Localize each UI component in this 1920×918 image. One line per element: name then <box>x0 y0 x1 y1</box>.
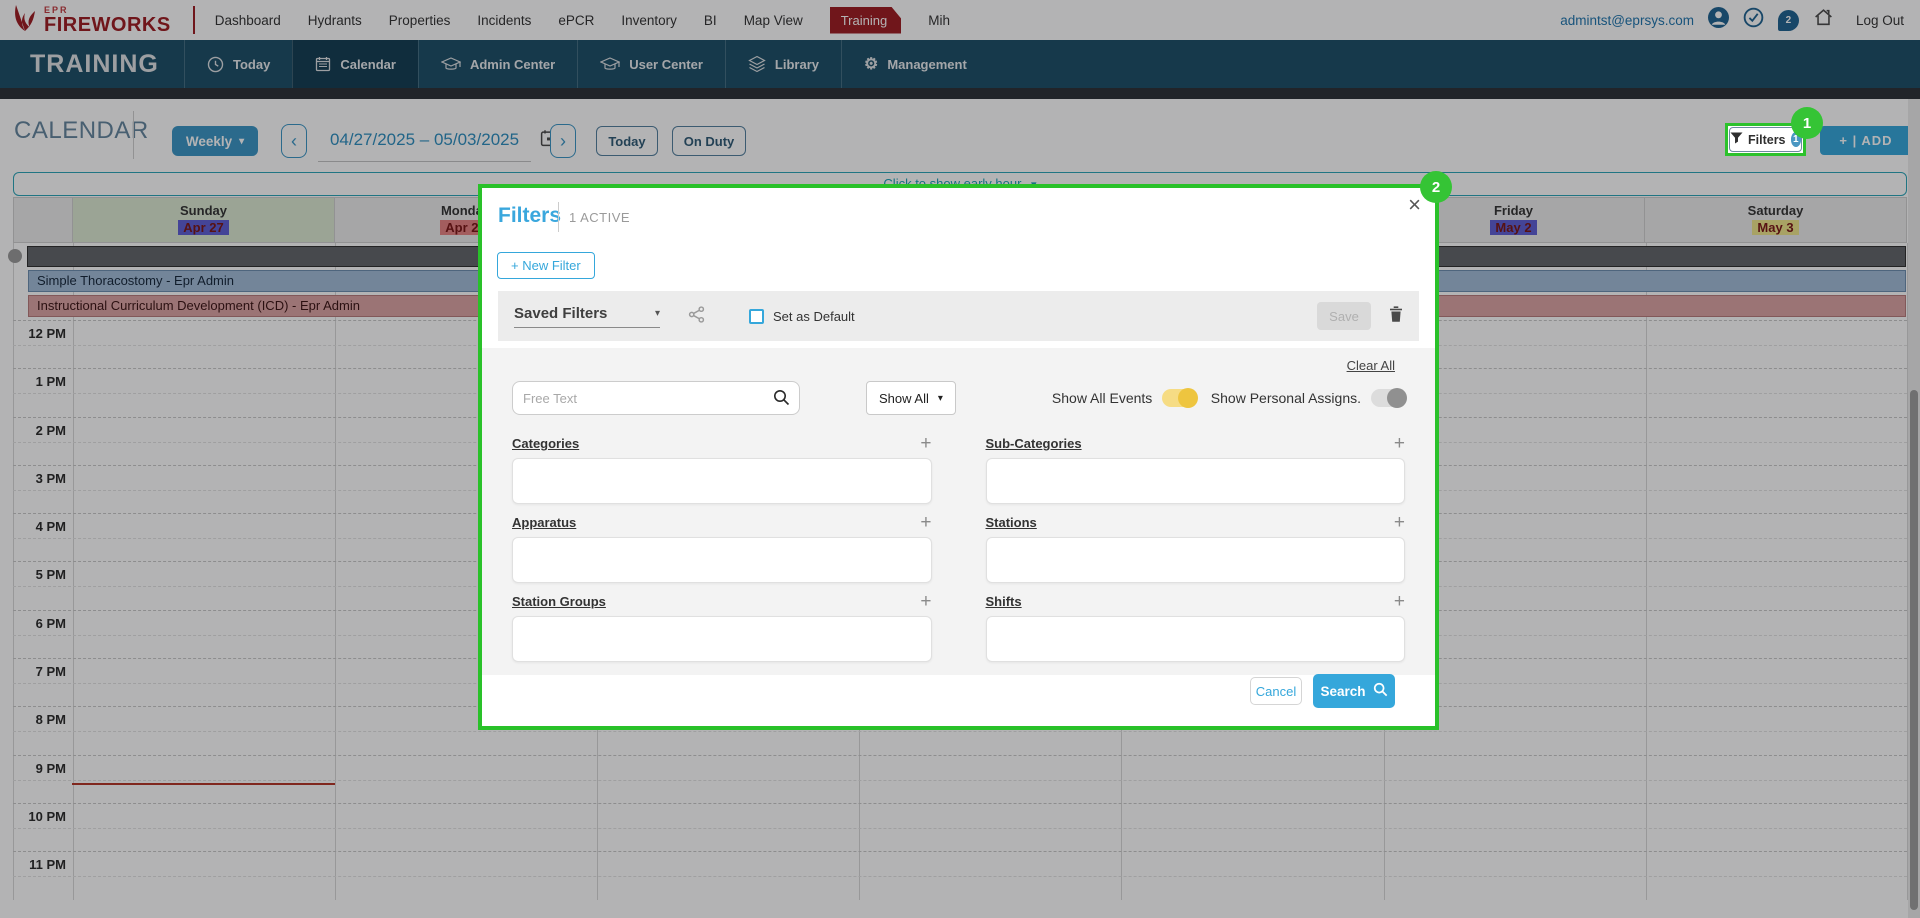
shifts-input[interactable] <box>986 616 1406 662</box>
field-shifts: Shifts + <box>986 592 1406 671</box>
apparatus-input[interactable] <box>512 537 932 583</box>
field-apparatus: Apparatus + <box>512 513 932 592</box>
share-icon[interactable] <box>688 306 705 326</box>
field-stations: Stations + <box>986 513 1406 592</box>
clear-all-link[interactable]: Clear All <box>1347 358 1395 373</box>
save-button[interactable]: Save <box>1317 302 1371 330</box>
show-personal-assigns-toggle[interactable] <box>1371 389 1405 407</box>
search-button[interactable]: Search <box>1313 674 1395 708</box>
show-all-events-toggle[interactable] <box>1162 389 1196 407</box>
saved-filters-select[interactable]: Saved Filters ▾ <box>514 305 660 328</box>
field-categories: Categories + <box>512 434 932 513</box>
sub-categories-input[interactable] <box>986 458 1406 504</box>
funnel-icon <box>1730 132 1743 147</box>
set-as-default-label: Set as Default <box>773 309 855 324</box>
saved-filters-bar: Saved Filters ▾ Set as Default Save <box>498 291 1419 341</box>
chevron-down-icon: ▾ <box>655 308 660 319</box>
filters-modal: Filters 1 ACTIVE × + New Filter Saved Fi… <box>482 188 1435 726</box>
add-sub-category-icon[interactable]: + <box>1394 434 1405 453</box>
add-apparatus-icon[interactable]: + <box>920 513 931 532</box>
field-sub-categories: Sub-Categories + <box>986 434 1406 513</box>
field-station-groups: Station Groups + <box>512 592 932 671</box>
cancel-button[interactable]: Cancel <box>1250 677 1302 705</box>
show-all-dropdown[interactable]: Show All ▾ <box>866 381 956 415</box>
categories-input[interactable] <box>512 458 932 504</box>
filters-form-body: Clear All Show All ▾ Show All Events <box>482 348 1435 675</box>
show-personal-assigns-label: Show Personal Assigns. <box>1211 390 1361 406</box>
add-shift-icon[interactable]: + <box>1394 592 1405 611</box>
annotation-step-1: 1 <box>1791 107 1823 139</box>
quick-filter-row: Show All ▾ Show All Events Show Personal… <box>512 380 1405 416</box>
filters-button[interactable]: Filters 1 <box>1729 127 1802 152</box>
filter-fields-grid: Categories + Sub-Categories + Apparatus <box>512 434 1405 671</box>
modal-title: Filters <box>498 204 561 228</box>
show-all-events-label: Show All Events <box>1052 390 1152 406</box>
close-icon[interactable]: × <box>1408 194 1421 216</box>
divider <box>558 202 559 232</box>
add-station-icon[interactable]: + <box>1394 513 1405 532</box>
set-as-default-checkbox[interactable] <box>749 309 764 324</box>
search-icon <box>773 389 790 411</box>
annotation-step-2: 2 <box>1420 171 1452 203</box>
filters-modal-highlight-box: 2 Filters 1 ACTIVE × + New Filter Saved … <box>478 184 1439 730</box>
trash-icon[interactable] <box>1389 306 1403 326</box>
search-icon <box>1373 682 1388 700</box>
active-filters-count: 1 ACTIVE <box>569 210 630 225</box>
stations-input[interactable] <box>986 537 1406 583</box>
new-filter-button[interactable]: + New Filter <box>497 252 595 279</box>
add-category-icon[interactable]: + <box>920 434 931 453</box>
station-groups-input[interactable] <box>512 616 932 662</box>
free-text-input[interactable] <box>512 381 800 415</box>
chevron-down-icon: ▾ <box>938 393 943 404</box>
add-station-group-icon[interactable]: + <box>920 592 931 611</box>
